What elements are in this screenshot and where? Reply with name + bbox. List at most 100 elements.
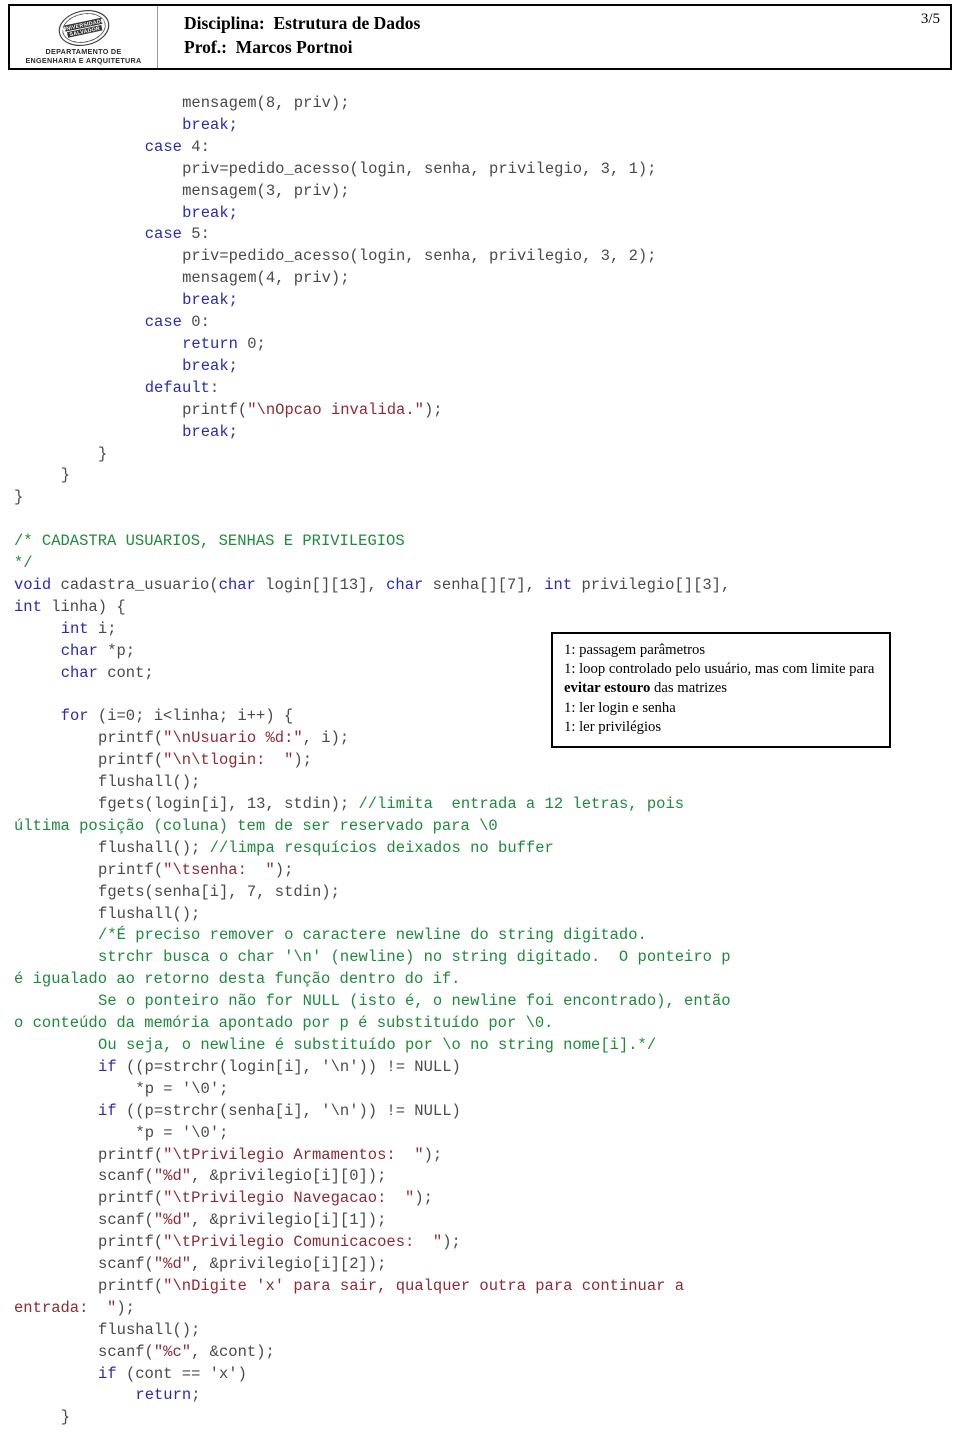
code-token-pln: ); bbox=[423, 1145, 443, 1164]
code-token-kw: case bbox=[144, 225, 182, 244]
code-token-pln: priv=pedido_acesso(login, senha, privile… bbox=[182, 247, 657, 266]
code-token-str: "%d" bbox=[153, 1211, 192, 1230]
annotation-line: 1: loop controlado pelo usuário, mas com… bbox=[564, 660, 880, 698]
code-token-pln: , &cont); bbox=[191, 1342, 275, 1361]
annotation-line: 1: ler login e senha bbox=[564, 699, 880, 718]
code-line: } bbox=[14, 465, 950, 487]
code-token-pln: cont; bbox=[97, 663, 154, 682]
code-token-str: "%d" bbox=[153, 1255, 192, 1274]
annotation-callout-box: 1: passagem parâmetros 1: loop controlado… bbox=[551, 632, 891, 749]
code-line: printf("\tPrivilegio Navegacao: "); bbox=[14, 1188, 950, 1210]
code-line: mensagem(4, priv); bbox=[14, 268, 950, 290]
discipline-title: Disciplina: Estrutura de Dados bbox=[184, 13, 421, 33]
code-token-str: "\nDigite 'x' para sair, qualquer outra … bbox=[163, 1276, 685, 1295]
code-line: return; bbox=[14, 1385, 950, 1407]
code-token-pln: ); bbox=[442, 1233, 461, 1252]
code-line: flushall(); //limpa resquícios deixados … bbox=[14, 838, 950, 860]
code-token-pln: mensagem(4, priv); bbox=[182, 269, 350, 288]
code-token-str: "%c" bbox=[153, 1342, 192, 1361]
code-token-pln: *p; bbox=[97, 641, 136, 660]
code-token-pln: , &privilegio[i][0]); bbox=[191, 1167, 387, 1186]
code-token-kw: for bbox=[60, 707, 89, 726]
code-line: *p = '\0'; bbox=[14, 1123, 950, 1145]
code-token-cmt: última posição (coluna) tem de ser reser… bbox=[14, 816, 498, 835]
code-token-kw: break; bbox=[182, 203, 238, 222]
code-token-pln: priv=pedido_acesso(login, senha, privile… bbox=[182, 159, 657, 178]
code-token-kw: char bbox=[60, 663, 98, 682]
code-token-str: "\tPrivilegio Navegacao: " bbox=[163, 1189, 415, 1208]
code-token-kw: break; bbox=[182, 115, 238, 134]
code-line: scanf("%d", &privilegio[i][0]); bbox=[14, 1166, 950, 1188]
annotation-line: 1: ler privilégios bbox=[564, 718, 880, 737]
code-line: } bbox=[14, 444, 950, 466]
code-token-cmt: /* CADASTRA USUARIOS, SENHAS E PRIVILEGI… bbox=[14, 532, 405, 551]
code-line: if ((p=strchr(senha[i], '\n')) != NULL) bbox=[14, 1101, 950, 1123]
code-token-pln: mensagem(3, priv); bbox=[182, 181, 350, 200]
code-token-pln: 4: bbox=[181, 137, 210, 156]
code-token-cmt: //limpa resquícios deixados no buffer bbox=[209, 838, 554, 857]
code-line: flushall(); bbox=[14, 904, 950, 926]
code-line: scanf("%c", &cont); bbox=[14, 1342, 950, 1364]
university-seal-icon: UNIVERSIDADE SALVADOR bbox=[55, 8, 113, 48]
code-token-pln: printf( bbox=[98, 1145, 164, 1164]
code-token-cmt: é igualado ao retorno desta função dentr… bbox=[14, 970, 461, 989]
code-token-kw: void bbox=[14, 575, 52, 594]
code-line: priv=pedido_acesso(login, senha, privile… bbox=[14, 159, 950, 181]
code-token-cmt: Se o ponteiro não for NULL (isto é, o ne… bbox=[98, 992, 731, 1011]
code-line: strchr busca o char '\n' (newline) no st… bbox=[14, 947, 950, 969]
code-token-pln: scanf( bbox=[98, 1167, 154, 1186]
code-token-pln: (i=0; i<linha; i++) { bbox=[88, 707, 294, 726]
code-token-pln: } bbox=[60, 1408, 70, 1427]
code-line: Se o ponteiro não for NULL (isto é, o ne… bbox=[14, 991, 950, 1013]
code-line: case 0: bbox=[14, 312, 950, 334]
code-token-pln: printf( bbox=[98, 1189, 164, 1208]
code-token-pln: } bbox=[60, 466, 70, 485]
code-token-cmt: */ bbox=[14, 554, 33, 573]
code-token-pln: senha[][7], bbox=[423, 575, 545, 594]
header-title-block: Disciplina: Estrutura de Dados Prof.: Ma… bbox=[158, 6, 921, 68]
code-line: return 0; bbox=[14, 334, 950, 356]
code-token-pln: ); bbox=[293, 751, 313, 770]
code-line: *p = '\0'; bbox=[14, 1079, 950, 1101]
code-token-pln: ); bbox=[423, 400, 443, 419]
code-token-str: entrada: " bbox=[14, 1298, 117, 1317]
code-token-kw: char bbox=[60, 641, 98, 660]
code-token-cmt: strchr busca o char '\n' (newline) no st… bbox=[98, 948, 731, 967]
code-token-kw: if bbox=[98, 1101, 117, 1120]
code-token-pln: printf( bbox=[182, 400, 248, 419]
code-line: printf("\tPrivilegio Comunicacoes: "); bbox=[14, 1232, 950, 1254]
code-line: é igualado ao retorno desta função dentr… bbox=[14, 969, 950, 991]
code-token-cmt: //limita entrada a 12 letras, pois bbox=[358, 795, 685, 813]
code-token-str: "\nUsuario %d:" bbox=[163, 729, 303, 748]
code-line: case 4: bbox=[14, 137, 950, 159]
annotation-text: 1: ler login e senha bbox=[564, 699, 676, 716]
code-token-pln: flushall(); bbox=[98, 904, 201, 923]
code-token-pln: *p = '\0'; bbox=[135, 1079, 229, 1098]
code-token-pln: ((p=strchr(login[i], '\n')) != NULL) bbox=[116, 1057, 461, 1076]
page-header: UNIVERSIDADE SALVADOR DEPARTAMENTO DE EN… bbox=[8, 4, 952, 70]
code-token-pln: cadastra_usuario( bbox=[51, 575, 219, 594]
code-token-pln: printf( bbox=[98, 1276, 164, 1295]
code-line: printf("\nDigite 'x' para sair, qualquer… bbox=[14, 1276, 950, 1298]
code-token-kw: return bbox=[182, 334, 238, 353]
code-token-pln: linha) { bbox=[41, 597, 126, 616]
code-token-pln: 5: bbox=[181, 225, 210, 244]
code-token-pln: flushall(); bbox=[98, 1320, 201, 1339]
code-token-pln: } bbox=[14, 488, 24, 507]
code-line: break; bbox=[14, 290, 950, 312]
code-line: if ((p=strchr(login[i], '\n')) != NULL) bbox=[14, 1057, 950, 1079]
code-token-pln: 0: bbox=[181, 313, 210, 332]
code-line: printf("\tsenha: "); bbox=[14, 860, 950, 882]
code-line: flushall(); bbox=[14, 772, 950, 794]
code-token-kw: case bbox=[144, 137, 182, 156]
code-line: break; bbox=[14, 422, 950, 444]
code-token-pln: : bbox=[209, 378, 220, 397]
code-token-str: "\tsenha: " bbox=[163, 860, 275, 879]
code-token-cmt: o conteúdo da memória apontado por p é s… bbox=[14, 1014, 554, 1033]
code-token-pln: scanf( bbox=[98, 1255, 154, 1274]
code-token-kw: break; bbox=[182, 356, 238, 375]
code-line: flushall(); bbox=[14, 1320, 950, 1342]
code-line: printf("\n\tlogin: "); bbox=[14, 750, 950, 772]
code-token-pln: printf( bbox=[98, 860, 164, 879]
